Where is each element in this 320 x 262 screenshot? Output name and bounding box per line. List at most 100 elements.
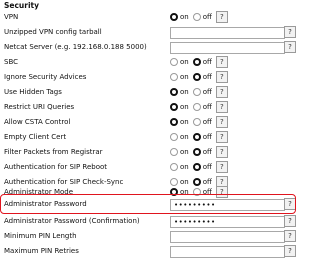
hidden-tags-help-button[interactable]: ? bbox=[215, 86, 228, 98]
row-max-pin-retries: Maximum PIN Retries ? bbox=[0, 244, 300, 258]
empty-cert-off-radio[interactable] bbox=[192, 133, 201, 141]
row-restrict-uri: Restrict URI Queries on off ? bbox=[0, 100, 300, 114]
restrict-uri-off-text: off bbox=[202, 103, 212, 111]
sbc-radio-group: on off ? bbox=[170, 55, 228, 69]
ignore-advices-on-text: on bbox=[180, 73, 189, 81]
admin-password-input[interactable]: ••••••••• bbox=[170, 199, 285, 211]
restrict-uri-on-radio[interactable] bbox=[170, 103, 178, 111]
row-auth-reboot: Authentication for SIP Reboot on off ? bbox=[0, 160, 300, 174]
row-netcat: Netcat Server (e.g. 192.168.0.188 5000) … bbox=[0, 40, 300, 54]
csta-off-radio[interactable] bbox=[192, 118, 201, 126]
hidden-tags-on-radio[interactable] bbox=[170, 88, 178, 96]
restrict-uri-label: Restrict URI Queries bbox=[4, 103, 75, 111]
hidden-tags-label: Use Hidden Tags bbox=[4, 88, 62, 96]
filter-packets-off-text: off bbox=[202, 148, 212, 156]
unzipped-vpn-input[interactable] bbox=[170, 27, 285, 39]
filter-packets-radio-group: on off ? bbox=[170, 145, 228, 159]
hidden-tags-on-text: on bbox=[180, 88, 189, 96]
section-title: Security bbox=[4, 1, 40, 10]
auth-reboot-on-text: on bbox=[180, 163, 189, 171]
auth-reboot-label: Authentication for SIP Reboot bbox=[4, 163, 108, 171]
row-admin-password: Administrator Password ••••••••• ? bbox=[0, 197, 300, 211]
restrict-uri-radio-group: on off ? bbox=[170, 100, 228, 114]
netcat-label: Netcat Server (e.g. 192.168.0.188 5000) bbox=[4, 43, 147, 51]
admin-password-confirm-help-button[interactable]: ? bbox=[284, 215, 296, 227]
ignore-advices-off-radio[interactable] bbox=[192, 73, 201, 81]
vpn-on-radio[interactable] bbox=[170, 13, 178, 21]
row-csta: Allow CSTA Control on off ? bbox=[0, 115, 300, 129]
vpn-off-text: off bbox=[202, 13, 212, 21]
max-pin-retries-input[interactable] bbox=[170, 246, 285, 258]
sbc-label: SBC bbox=[4, 58, 19, 66]
csta-radio-group: on off ? bbox=[170, 115, 228, 129]
empty-cert-help-button[interactable]: ? bbox=[215, 131, 228, 143]
admin-mode-on-radio[interactable] bbox=[170, 188, 178, 196]
admin-password-label: Administrator Password bbox=[4, 200, 87, 208]
row-hidden-tags: Use Hidden Tags on off ? bbox=[0, 85, 300, 99]
row-sbc: SBC on off ? bbox=[0, 55, 300, 69]
netcat-input[interactable] bbox=[170, 42, 285, 54]
csta-off-text: off bbox=[202, 118, 212, 126]
auth-reboot-off-text: off bbox=[202, 163, 212, 171]
row-empty-cert: Empty Client Cert on off ? bbox=[0, 130, 300, 144]
row-ignore-advices: Ignore Security Advices on off ? bbox=[0, 70, 300, 84]
restrict-uri-on-text: on bbox=[180, 103, 189, 111]
filter-packets-on-text: on bbox=[180, 148, 189, 156]
ignore-advices-radio-group: on off ? bbox=[170, 70, 228, 84]
row-unzipped-vpn: Unzipped VPN config tarball ? bbox=[0, 25, 300, 39]
admin-password-confirm-input[interactable]: ••••••••• bbox=[170, 216, 285, 228]
empty-cert-radio-group: on off ? bbox=[170, 130, 228, 144]
sbc-on-text: on bbox=[180, 58, 189, 66]
hidden-tags-radio-group: on off ? bbox=[170, 85, 228, 99]
row-admin-password-confirm: Administrator Password (Confirmation) ••… bbox=[0, 214, 300, 228]
filter-packets-help-button[interactable]: ? bbox=[215, 146, 228, 158]
admin-mode-off-radio[interactable] bbox=[192, 188, 201, 196]
row-min-pin: Minimum PIN Length ? bbox=[0, 229, 300, 243]
empty-cert-label: Empty Client Cert bbox=[4, 133, 67, 141]
csta-help-button[interactable]: ? bbox=[215, 116, 228, 128]
admin-password-confirm-label: Administrator Password (Confirmation) bbox=[4, 217, 140, 225]
min-pin-input[interactable] bbox=[170, 231, 285, 243]
vpn-off-radio[interactable] bbox=[192, 13, 201, 21]
unzipped-vpn-label: Unzipped VPN config tarball bbox=[4, 28, 102, 36]
filter-packets-label: Filter Packets from Registrar bbox=[4, 148, 103, 156]
csta-label: Allow CSTA Control bbox=[4, 118, 71, 126]
auth-reboot-help-button[interactable]: ? bbox=[215, 161, 228, 173]
max-pin-retries-label: Maximum PIN Retries bbox=[4, 247, 79, 255]
auth-reboot-on-radio[interactable] bbox=[170, 163, 178, 171]
row-vpn: VPN on off ? bbox=[0, 10, 300, 24]
sbc-off-radio[interactable] bbox=[192, 58, 201, 66]
empty-cert-on-radio[interactable] bbox=[170, 133, 178, 141]
auth-reboot-radio-group: on off ? bbox=[170, 160, 228, 174]
security-settings-panel: Security VPN on off ? Unzipped VPN confi… bbox=[0, 0, 300, 262]
max-pin-retries-help-button[interactable]: ? bbox=[284, 245, 296, 257]
restrict-uri-off-radio[interactable] bbox=[192, 103, 201, 111]
auth-reboot-off-radio[interactable] bbox=[192, 163, 201, 171]
empty-cert-on-text: on bbox=[180, 133, 189, 141]
admin-password-help-button[interactable]: ? bbox=[284, 198, 296, 210]
filter-packets-on-radio[interactable] bbox=[170, 148, 178, 156]
unzipped-vpn-help-button[interactable]: ? bbox=[284, 26, 296, 38]
ignore-advices-off-text: off bbox=[202, 73, 212, 81]
hidden-tags-off-text: off bbox=[202, 88, 212, 96]
netcat-help-button[interactable]: ? bbox=[284, 41, 296, 53]
filter-packets-off-radio[interactable] bbox=[192, 148, 201, 156]
ignore-advices-label: Ignore Security Advices bbox=[4, 73, 87, 81]
sbc-help-button[interactable]: ? bbox=[215, 56, 228, 68]
csta-on-radio[interactable] bbox=[170, 118, 178, 126]
sbc-off-text: off bbox=[202, 58, 212, 66]
vpn-on-text: on bbox=[180, 13, 189, 21]
vpn-label: VPN bbox=[4, 13, 19, 21]
restrict-uri-help-button[interactable]: ? bbox=[215, 101, 228, 113]
ignore-advices-on-radio[interactable] bbox=[170, 73, 178, 81]
hidden-tags-off-radio[interactable] bbox=[192, 88, 201, 96]
min-pin-label: Minimum PIN Length bbox=[4, 232, 77, 240]
row-filter-packets: Filter Packets from Registrar on off ? bbox=[0, 145, 300, 159]
csta-on-text: on bbox=[180, 118, 189, 126]
sbc-on-radio[interactable] bbox=[170, 58, 178, 66]
ignore-advices-help-button[interactable]: ? bbox=[215, 71, 228, 83]
min-pin-help-button[interactable]: ? bbox=[284, 230, 296, 242]
empty-cert-off-text: off bbox=[202, 133, 212, 141]
vpn-radio-group: on off ? bbox=[170, 10, 228, 24]
vpn-help-button[interactable]: ? bbox=[215, 11, 228, 23]
